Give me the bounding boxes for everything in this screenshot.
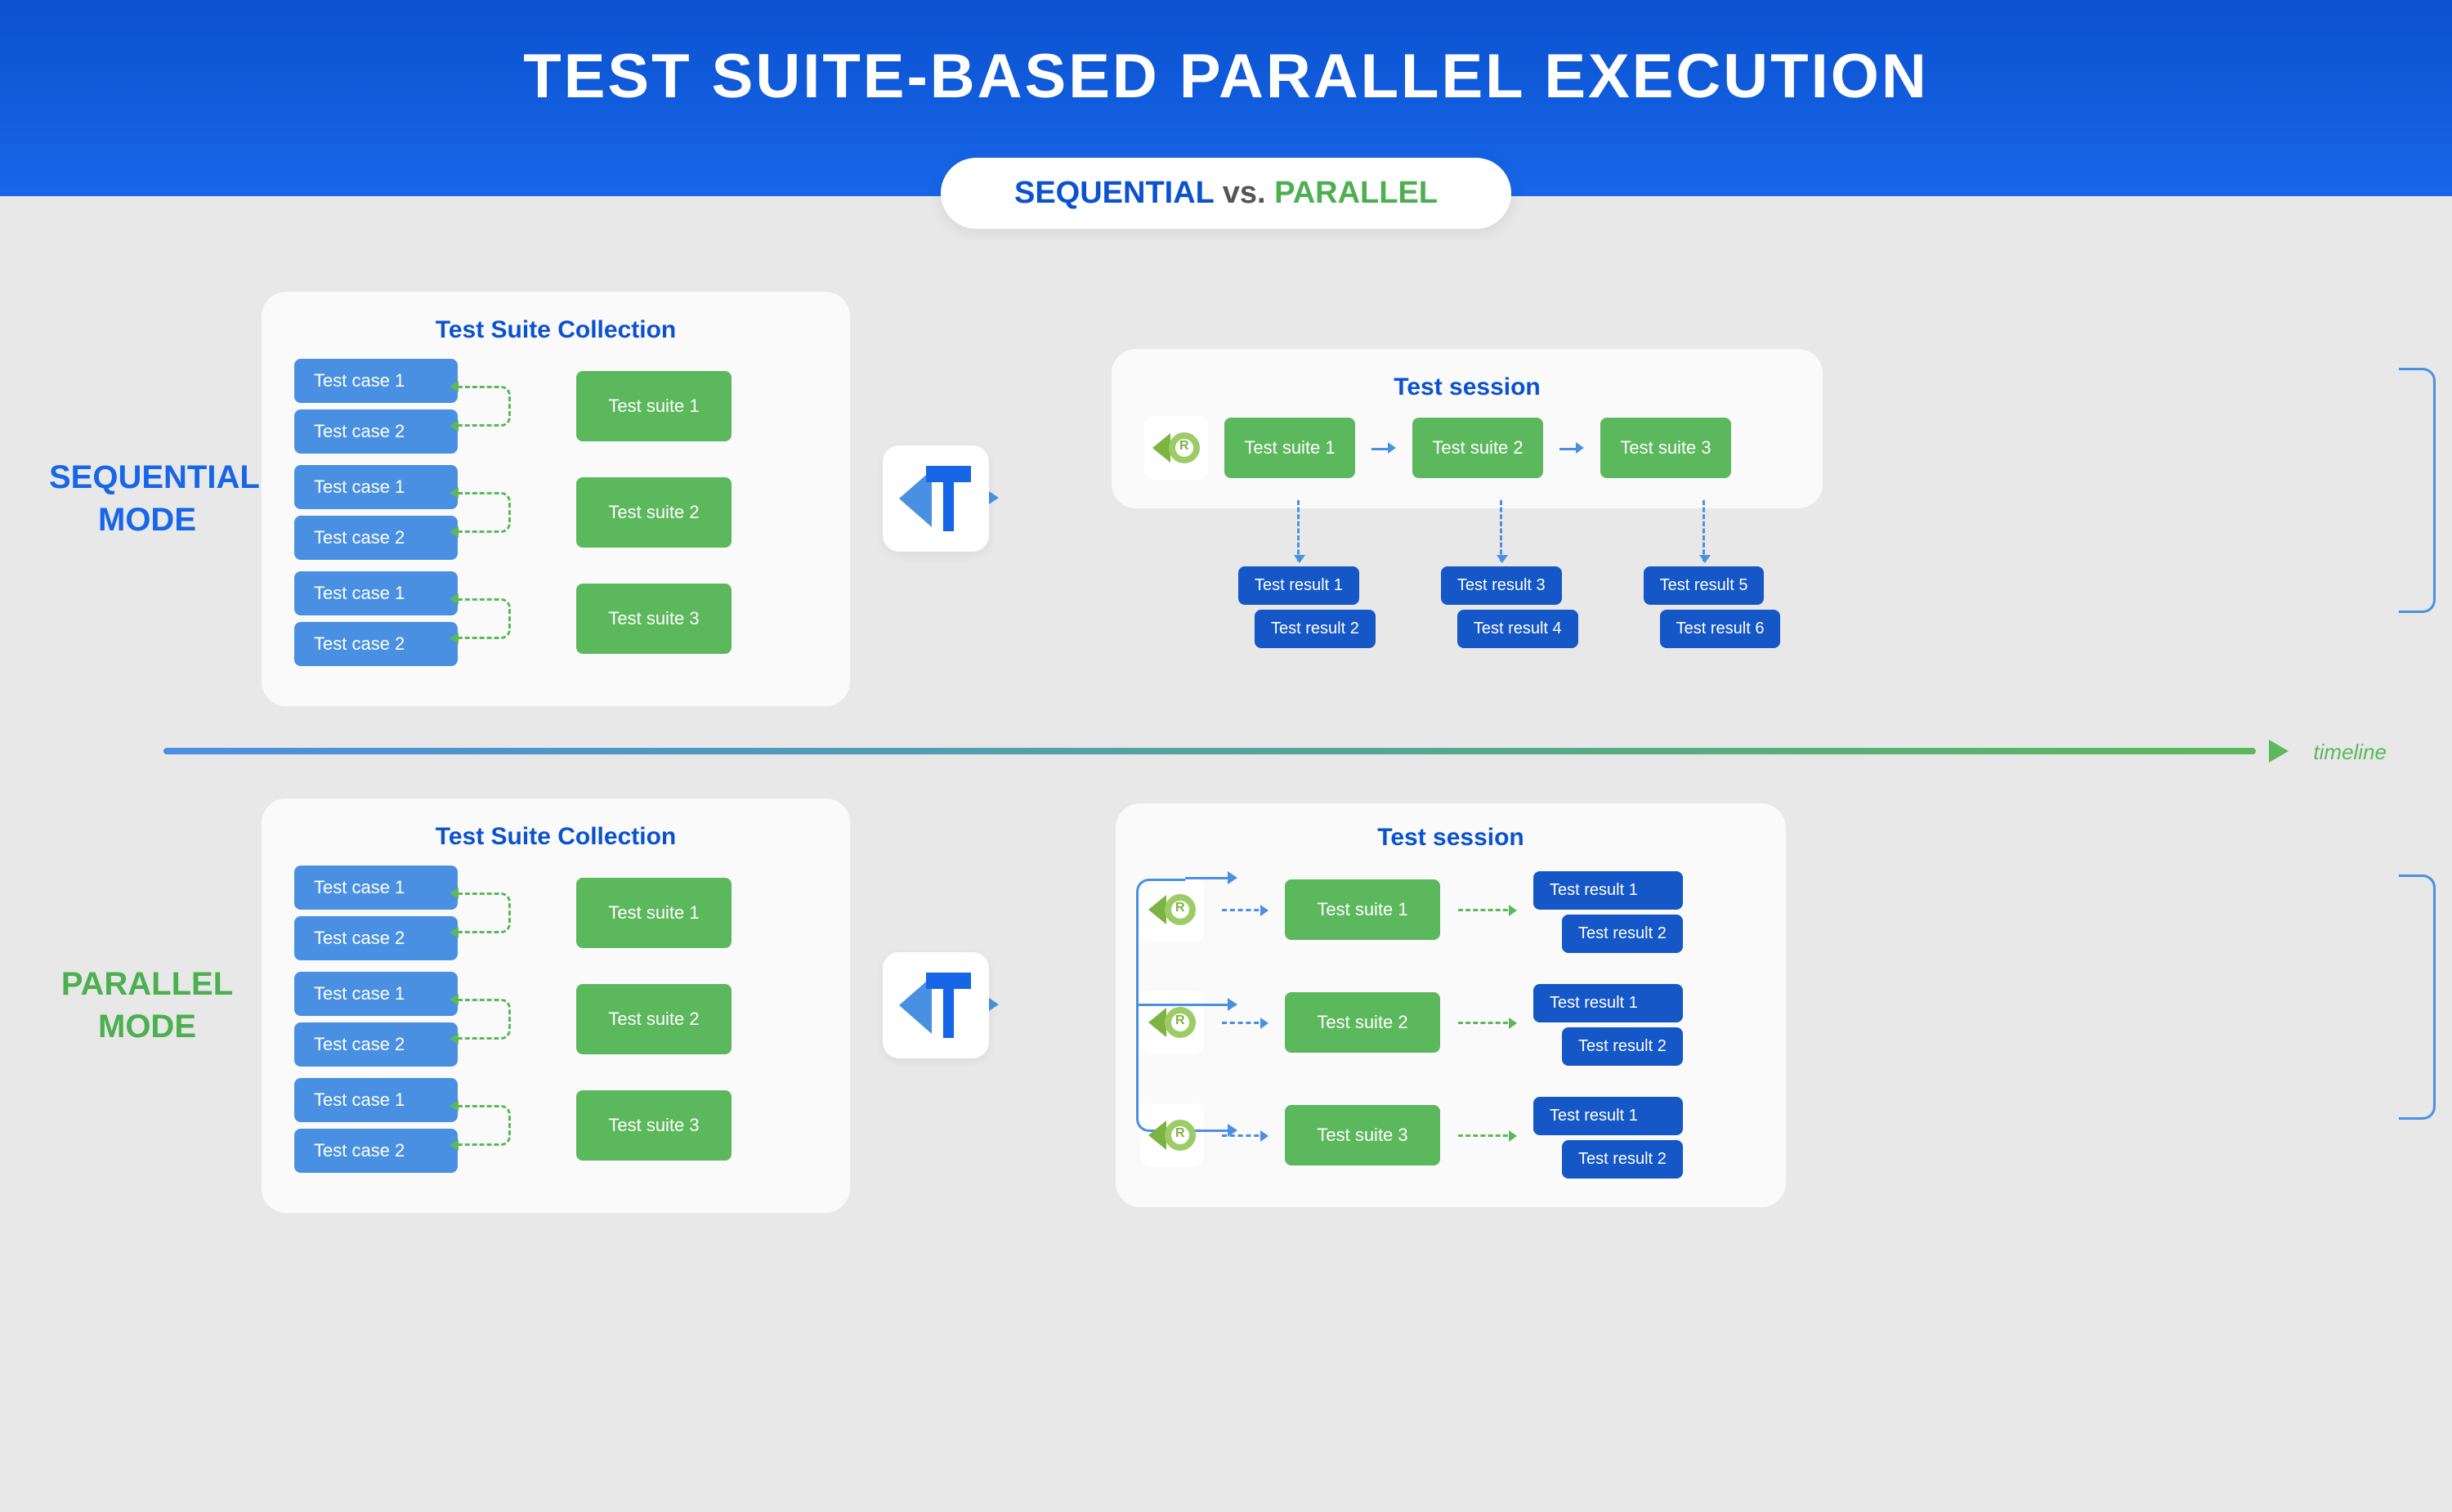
test-suite-box: Test suite 3 <box>576 1090 732 1161</box>
test-case-box: Test case 1 <box>294 571 458 615</box>
runtime-logo <box>1140 991 1204 1054</box>
test-case-box: Test case 1 <box>294 465 458 509</box>
dashed-down-arrow <box>1703 500 1705 561</box>
test-suite-box: Test suite 2 <box>576 477 732 548</box>
results-pair: Test result 1 Test result 2 <box>1533 866 1683 953</box>
arrow-icon <box>989 998 999 1011</box>
session-title: Test session <box>1144 374 1790 401</box>
parallel-row: PARALLEL MODE Test Suite Collection Test… <box>49 776 2403 1234</box>
test-case-box: Test case 1 <box>294 972 458 1016</box>
test-case-box: Test case 2 <box>294 1022 458 1067</box>
testops-logo <box>883 952 989 1058</box>
dashed-connector <box>458 1105 511 1146</box>
test-case-box: Test case 2 <box>294 516 458 560</box>
session-suite-box: Test suite 3 <box>1285 1105 1440 1165</box>
test-result-box: Test result 1 <box>1533 984 1683 1022</box>
arrow-icon <box>989 491 999 504</box>
parallel-session-row: Test suite 3 Test result 1 Test result 2 <box>1140 1092 1761 1179</box>
diagram-body: SEQUENTIAL MODE Test Suite Collection Te… <box>0 196 2452 1267</box>
results-column: Test result 5 Test result 6 <box>1627 500 1781 648</box>
test-result-box: Test result 2 <box>1562 1140 1683 1179</box>
bracket-connector <box>2399 875 2436 1120</box>
dashed-down-arrow <box>1500 500 1502 561</box>
collection-title: Test Suite Collection <box>294 823 817 851</box>
parallel-collection-panel: Test Suite Collection Test case 1 Test c… <box>262 798 850 1213</box>
dashed-green-arrow <box>1458 909 1515 911</box>
main-title: TEST SUITE-BASED PARALLEL EXECUTION <box>0 0 2452 112</box>
header-banner: TEST SUITE-BASED PARALLEL EXECUTION SEQU… <box>0 0 2452 196</box>
session-title: Test session <box>1140 824 1761 852</box>
test-result-box: Test result 1 <box>1238 566 1359 605</box>
sequential-row: SEQUENTIAL MODE Test Suite Collection Te… <box>49 270 2403 727</box>
test-case-box: Test case 2 <box>294 622 458 666</box>
test-result-box: Test result 1 <box>1533 871 1683 910</box>
suite-group-1: Test case 1 Test case 2 Test suite 1 <box>294 866 817 960</box>
test-result-box: Test result 4 <box>1457 610 1578 648</box>
flow-line <box>1185 877 1230 879</box>
results-column: Test result 1 Test result 2 <box>1222 500 1376 648</box>
runtime-logo <box>1140 1103 1204 1167</box>
suite-group-2: Test case 1 Test case 2 Test suite 2 <box>294 972 817 1067</box>
results-pair: Test result 1 Test result 2 <box>1533 1092 1683 1179</box>
dashed-green-arrow <box>1458 1022 1515 1024</box>
runtime-logo <box>1144 416 1208 480</box>
sequential-session-wrap: Test session Test suite 1 Test suite 2 T… <box>1112 349 1823 648</box>
dashed-connector <box>458 892 511 933</box>
suite-group-1: Test case 1 Test case 2 Test suite 1 <box>294 359 817 454</box>
suite-group-3: Test case 1 Test case 2 Test suite 3 <box>294 1078 817 1173</box>
test-suite-box: Test suite 2 <box>576 984 732 1054</box>
sequential-results-row: Test result 1 Test result 2 Test result … <box>1222 500 1823 648</box>
bracket-connector <box>2399 368 2436 613</box>
arrow-icon <box>1228 998 1237 1011</box>
timeline-arrow-icon <box>2269 740 2289 763</box>
test-result-box: Test result 2 <box>1562 1027 1683 1066</box>
collection-title: Test Suite Collection <box>294 316 817 344</box>
test-case-box: Test case 1 <box>294 359 458 403</box>
dashed-connector <box>458 598 511 639</box>
results-pair: Test result 1 Test result 2 <box>1533 979 1683 1066</box>
timeline-bar <box>163 748 2256 754</box>
dashed-arrow <box>1222 1022 1267 1024</box>
test-case-box: Test case 1 <box>294 1078 458 1122</box>
dashed-arrow <box>1222 1134 1267 1137</box>
suite-group-2: Test case 1 Test case 2 Test suite 2 <box>294 465 817 560</box>
sequential-session-panel: Test session Test suite 1 Test suite 2 T… <box>1112 349 1823 508</box>
sequential-mode-label: SEQUENTIAL MODE <box>49 456 245 541</box>
test-suite-box: Test suite 3 <box>576 584 732 654</box>
test-suite-box: Test suite 1 <box>576 878 732 948</box>
parallel-mode-label: PARALLEL MODE <box>49 963 245 1048</box>
dashed-arrow <box>1222 909 1267 911</box>
timeline: timeline <box>163 748 2289 756</box>
session-suite-box: Test suite 1 <box>1285 879 1440 940</box>
test-result-box: Test result 1 <box>1533 1097 1683 1135</box>
dashed-connector <box>458 386 511 427</box>
session-suite-box: Test suite 2 <box>1285 992 1440 1053</box>
session-suite-box: Test suite 3 <box>1600 418 1731 478</box>
sequential-collection-panel: Test Suite Collection Test case 1 Test c… <box>262 292 850 706</box>
dashed-connector <box>458 492 511 533</box>
session-suite-box: Test suite 2 <box>1412 418 1543 478</box>
test-case-box: Test case 2 <box>294 916 458 960</box>
test-result-box: Test result 6 <box>1660 610 1781 648</box>
test-case-box: Test case 2 <box>294 1129 458 1173</box>
test-case-box: Test case 2 <box>294 409 458 454</box>
test-result-box: Test result 5 <box>1644 566 1765 605</box>
suite-group-3: Test case 1 Test case 2 Test suite 3 <box>294 571 817 666</box>
test-result-box: Test result 3 <box>1441 566 1562 605</box>
test-case-box: Test case 1 <box>294 866 458 910</box>
arrow-icon <box>1228 871 1237 884</box>
results-column: Test result 3 Test result 4 <box>1425 500 1578 648</box>
timeline-label: timeline <box>2313 740 2387 765</box>
dashed-connector <box>458 999 511 1040</box>
test-suite-box: Test suite 1 <box>576 371 732 441</box>
test-result-box: Test result 2 <box>1562 915 1683 953</box>
runtime-logo <box>1140 878 1204 942</box>
test-result-box: Test result 2 <box>1255 610 1376 648</box>
dashed-green-arrow <box>1458 1134 1515 1137</box>
session-suite-box: Test suite 1 <box>1224 418 1355 478</box>
parallel-session-row: Test suite 2 Test result 1 Test result 2 <box>1140 979 1761 1066</box>
testops-logo <box>883 445 989 552</box>
session-sequence: Test suite 1 Test suite 2 Test suite 3 <box>1144 416 1790 480</box>
dashed-down-arrow <box>1297 500 1300 561</box>
